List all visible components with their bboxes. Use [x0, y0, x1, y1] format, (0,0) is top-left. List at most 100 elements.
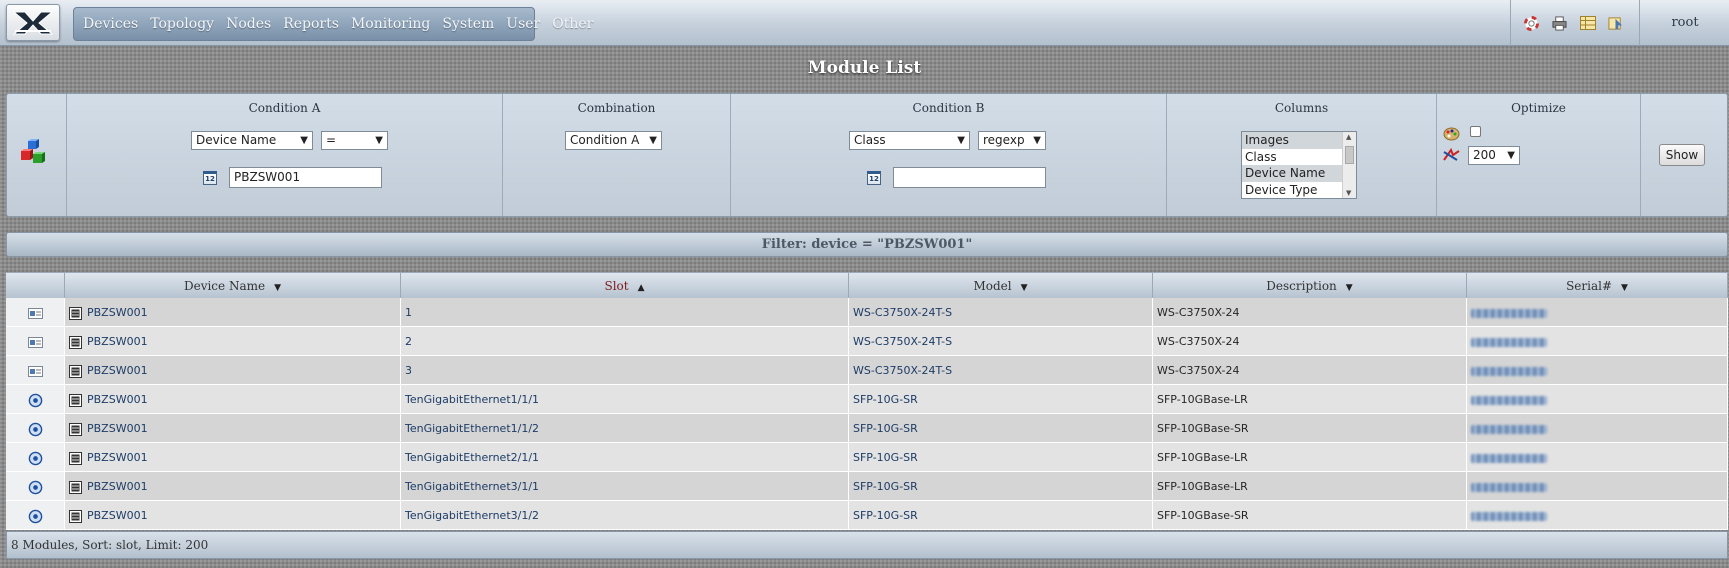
- row-type-cell[interactable]: [6, 443, 65, 472]
- condition-b-operator-select[interactable]: regexp ▼: [978, 131, 1046, 150]
- module-card-icon[interactable]: [27, 307, 43, 319]
- row-type-cell[interactable]: [6, 298, 65, 327]
- nav-other[interactable]: Other: [552, 16, 593, 32]
- port-icon[interactable]: [28, 451, 43, 466]
- nav-user[interactable]: User: [506, 16, 540, 32]
- sort-desc-icon[interactable]: ▼: [1021, 283, 1028, 293]
- port-icon[interactable]: [28, 422, 43, 437]
- port-icon[interactable]: [28, 480, 43, 495]
- model-link[interactable]: SFP-10G-SR: [853, 509, 918, 522]
- serial-redacted[interactable]: [1471, 453, 1547, 463]
- row-type-cell[interactable]: [6, 385, 65, 414]
- serial-redacted[interactable]: [1471, 395, 1547, 405]
- serial-redacted[interactable]: [1471, 337, 1547, 347]
- nav-system[interactable]: System: [442, 16, 494, 32]
- row-type-cell[interactable]: [6, 472, 65, 501]
- serial-redacted[interactable]: [1471, 366, 1547, 376]
- device-name-link[interactable]: PBZSW001: [87, 422, 148, 435]
- condition-a-value-input[interactable]: PBZSW001: [229, 167, 382, 188]
- combination-select[interactable]: Condition A ▼: [565, 131, 662, 150]
- column-option-device-name[interactable]: Device Name: [1242, 165, 1356, 182]
- nav-nodes[interactable]: Nodes: [226, 16, 271, 32]
- serial-redacted[interactable]: [1471, 511, 1547, 521]
- header-serial[interactable]: Serial# ▼: [1467, 272, 1728, 298]
- column-option-class[interactable]: Class: [1242, 149, 1356, 166]
- port-icon[interactable]: [28, 509, 43, 524]
- nav-reports[interactable]: Reports: [283, 16, 339, 32]
- model-link[interactable]: WS-C3750X-24T-S: [853, 306, 952, 319]
- app-logo[interactable]: [6, 4, 60, 41]
- header-device-name[interactable]: Device Name ▼: [65, 272, 401, 298]
- export-icon[interactable]: [1607, 15, 1624, 32]
- model-link[interactable]: SFP-10G-SR: [853, 451, 918, 464]
- row-type-cell[interactable]: [6, 501, 65, 530]
- device-name-link[interactable]: PBZSW001: [87, 480, 148, 493]
- device-name-link[interactable]: PBZSW001: [87, 364, 148, 377]
- row-type-cell[interactable]: [6, 327, 65, 356]
- serial-redacted[interactable]: [1471, 482, 1547, 492]
- row-type-cell[interactable]: [6, 356, 65, 385]
- condition-b-value-input[interactable]: [893, 167, 1046, 188]
- header-label: Slot: [604, 279, 629, 293]
- model-link[interactable]: WS-C3750X-24T-S: [853, 364, 952, 377]
- device-name-link[interactable]: PBZSW001: [87, 335, 148, 348]
- print-icon[interactable]: [1551, 15, 1568, 32]
- column-option-device-type[interactable]: Device Type: [1242, 182, 1356, 199]
- slot-link[interactable]: TenGigabitEthernet1/1/2: [405, 422, 539, 435]
- device-name-link[interactable]: PBZSW001: [87, 306, 148, 319]
- nav-monitoring[interactable]: Monitoring: [351, 16, 430, 32]
- header-description[interactable]: Description ▼: [1153, 272, 1467, 298]
- device-name-link[interactable]: PBZSW001: [87, 509, 148, 522]
- slot-link[interactable]: TenGigabitEthernet3/1/2: [405, 509, 539, 522]
- slot-link[interactable]: TenGigabitEthernet3/1/1: [405, 480, 539, 493]
- listbox-scrollbar[interactable]: ▲ ▼: [1342, 132, 1356, 198]
- columns-listbox[interactable]: Images Class Device Name Device Type ▲ ▼: [1241, 131, 1357, 199]
- header-model[interactable]: Model ▼: [849, 272, 1153, 298]
- model-link[interactable]: SFP-10G-SR: [853, 422, 918, 435]
- scroll-up-icon[interactable]: ▲: [1346, 133, 1351, 141]
- device-name-link[interactable]: PBZSW001: [87, 451, 148, 464]
- table-icon[interactable]: [1579, 15, 1596, 32]
- optimize-checkbox[interactable]: [1470, 126, 1481, 137]
- device-name-link[interactable]: PBZSW001: [87, 393, 148, 406]
- nav-topology[interactable]: Topology: [150, 16, 214, 32]
- model-link[interactable]: SFP-10G-SR: [853, 480, 918, 493]
- slot-link[interactable]: 3: [405, 364, 412, 377]
- column-option-images[interactable]: Images: [1242, 132, 1356, 149]
- header-label: Serial#: [1566, 279, 1613, 293]
- sort-desc-icon[interactable]: ▼: [1346, 283, 1353, 293]
- device-name-cell: PBZSW001: [65, 356, 401, 385]
- calendar-icon[interactable]: 12: [867, 171, 881, 185]
- model-link[interactable]: WS-C3750X-24T-S: [853, 335, 952, 348]
- module-card-icon[interactable]: [27, 365, 43, 377]
- header-icon-column: [6, 272, 65, 298]
- serial-redacted[interactable]: [1471, 424, 1547, 434]
- model-cell: SFP-10G-SR: [849, 385, 1153, 414]
- row-type-cell[interactable]: [6, 414, 65, 443]
- scroll-down-icon[interactable]: ▼: [1346, 189, 1351, 197]
- condition-a-field-select[interactable]: Device Name ▼: [191, 131, 313, 150]
- module-card-icon[interactable]: [27, 336, 43, 348]
- condition-b-field-select[interactable]: Class ▼: [849, 131, 970, 150]
- slot-link[interactable]: 2: [405, 335, 412, 348]
- sort-asc-icon[interactable]: ▲: [638, 283, 645, 293]
- filter-summary: Filter: device = "PBZSW001": [6, 232, 1728, 257]
- condition-a-operator-select[interactable]: = ▼: [321, 131, 388, 150]
- slot-link[interactable]: 1: [405, 306, 412, 319]
- scroll-thumb[interactable]: [1345, 146, 1354, 164]
- help-icon[interactable]: [1523, 15, 1540, 32]
- header-slot[interactable]: Slot ▲: [401, 272, 849, 298]
- slot-link[interactable]: TenGigabitEthernet1/1/1: [405, 393, 539, 406]
- sort-desc-icon[interactable]: ▼: [1621, 283, 1628, 293]
- slot-link[interactable]: TenGigabitEthernet2/1/1: [405, 451, 539, 464]
- current-user[interactable]: root: [1652, 15, 1718, 30]
- serial-redacted[interactable]: [1471, 308, 1547, 318]
- table-row: PBZSW001 TenGigabitEthernet1/1/2 SFP-10G-S…: [6, 414, 1728, 443]
- nav-devices[interactable]: Devices: [83, 16, 138, 32]
- port-icon[interactable]: [28, 393, 43, 408]
- model-link[interactable]: SFP-10G-SR: [853, 393, 918, 406]
- show-button[interactable]: Show: [1659, 144, 1705, 166]
- sort-desc-icon[interactable]: ▼: [274, 283, 281, 293]
- limit-select[interactable]: 200 ▼: [1468, 146, 1520, 165]
- calendar-icon[interactable]: 12: [203, 171, 217, 185]
